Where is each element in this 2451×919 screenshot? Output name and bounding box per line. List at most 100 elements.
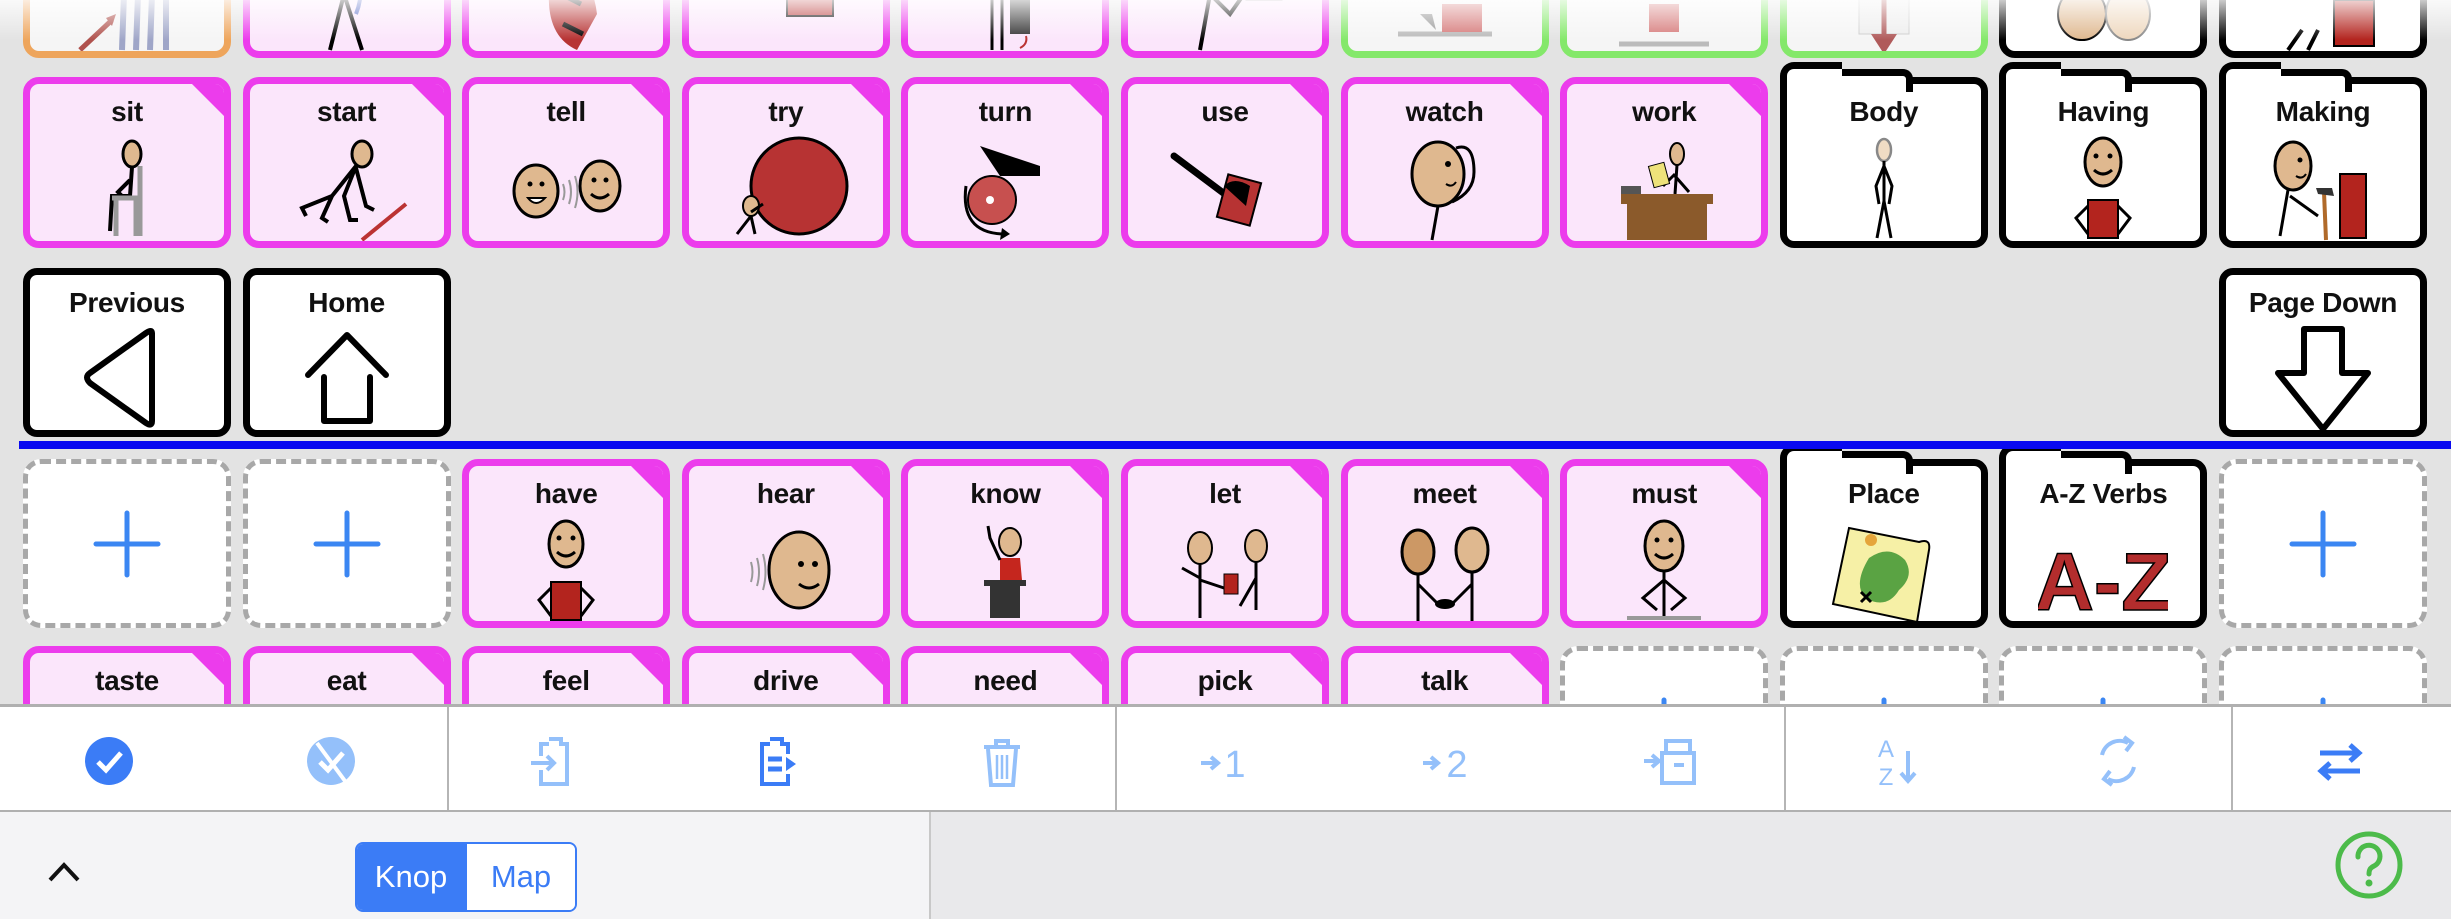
previous-arrow-icon <box>62 325 192 430</box>
move-to-1-button[interactable]: 1 <box>1193 729 1257 793</box>
add-tile-button[interactable] <box>1999 646 2208 704</box>
delete-button[interactable] <box>970 729 1034 793</box>
tile-label: turn <box>978 96 1033 127</box>
tile[interactable] <box>1779 0 1988 58</box>
tile-sit[interactable]: sit <box>23 77 231 248</box>
sort-az-icon: AZ <box>1866 731 1926 791</box>
add-tile-button[interactable] <box>1779 646 1988 704</box>
tile-talk[interactable]: talk <box>1340 646 1549 704</box>
tile-let[interactable]: let <box>1121 459 1329 628</box>
put-box-icon <box>1380 0 1510 51</box>
move-to-archive-button[interactable] <box>1638 729 1702 793</box>
move-to-2-button[interactable]: 2 <box>1415 729 1479 793</box>
use-icon <box>1160 136 1290 241</box>
having-icon <box>2038 136 2168 242</box>
tile-hear[interactable]: hear <box>681 459 890 628</box>
chevron-up-icon[interactable] <box>44 856 84 886</box>
tile-label: let <box>1209 478 1241 509</box>
home-button[interactable]: Home <box>242 268 451 437</box>
tile-turn[interactable]: turn <box>901 77 1110 248</box>
tile-must[interactable]: must <box>1560 459 1769 628</box>
box-down-arrow-icon <box>1819 0 1949 51</box>
select-all-button[interactable] <box>77 729 141 793</box>
person-door-icon <box>940 0 1070 51</box>
tile-drive[interactable]: drive <box>681 646 890 704</box>
people-move-icon <box>62 0 192 51</box>
tile-label: sit <box>111 96 143 127</box>
tile-pick[interactable]: pick <box>1121 646 1329 704</box>
deselect-button[interactable] <box>299 729 363 793</box>
box-on-shelf-icon <box>1599 0 1729 51</box>
help-icon[interactable] <box>2334 830 2404 900</box>
tile-use[interactable]: use <box>1121 77 1329 248</box>
import-button[interactable] <box>523 729 587 793</box>
tile-meet[interactable]: meet <box>1340 459 1549 628</box>
person-ball-icon <box>501 0 631 51</box>
tile-taste[interactable]: taste <box>23 646 231 704</box>
sit-icon <box>62 136 192 241</box>
tile-label: must <box>1631 478 1698 509</box>
tile-try[interactable]: try <box>681 77 890 248</box>
sort-button[interactable]: AZ <box>1864 729 1928 793</box>
tile-place[interactable]: Place <box>1779 444 1988 628</box>
tile-a-z-verbs[interactable]: A-Z Verbs A-Z <box>1999 444 2208 629</box>
tile-label: meet <box>1412 478 1477 509</box>
segment-map[interactable]: Map <box>465 844 575 910</box>
tile[interactable] <box>901 0 1110 58</box>
let-icon <box>1160 518 1290 621</box>
tile-label: know <box>970 478 1041 509</box>
tile[interactable] <box>681 0 890 58</box>
plus-icon <box>312 509 382 579</box>
tile-label: taste <box>95 665 159 696</box>
mode-segmented-control: Knop Map <box>355 842 577 912</box>
svg-text:A: A <box>1878 736 1894 763</box>
page-down-button[interactable]: Page Down <box>2219 268 2427 437</box>
bottom-left-panel: Knop Map <box>0 812 931 919</box>
tile-label: A-Z Verbs <box>2039 478 2168 509</box>
tile-work[interactable]: work <box>1560 77 1769 248</box>
tile[interactable] <box>242 0 451 58</box>
add-tile-button[interactable] <box>23 459 231 628</box>
tile[interactable] <box>23 0 231 58</box>
tile-have[interactable]: have <box>462 459 671 628</box>
swap-button[interactable] <box>2308 729 2372 793</box>
plus-icon <box>92 509 162 579</box>
tile-need[interactable]: need <box>901 646 1110 704</box>
tile-label: feel <box>542 665 590 696</box>
add-tile-button[interactable] <box>1560 646 1769 704</box>
tile[interactable] <box>1340 0 1549 58</box>
add-tile-button[interactable] <box>242 459 451 628</box>
paste-button[interactable] <box>746 729 810 793</box>
previous-button[interactable]: Previous <box>23 268 231 437</box>
tile-feel[interactable]: feel <box>462 646 671 704</box>
segment-knop[interactable]: Knop <box>357 844 465 910</box>
tile[interactable] <box>1121 0 1329 58</box>
tile-tell[interactable]: tell <box>462 77 671 248</box>
tile-start[interactable]: start <box>242 77 451 248</box>
add-tile-button[interactable] <box>2219 646 2427 704</box>
work-icon <box>1599 136 1729 241</box>
tile-eat[interactable]: eat <box>242 646 451 704</box>
tile-know[interactable]: know <box>901 459 1110 628</box>
tile-watch[interactable]: watch <box>1340 77 1549 248</box>
clipboard-paste-icon <box>748 731 808 791</box>
tile-label: Previous <box>69 287 185 318</box>
tile-label: Body <box>1849 96 1919 127</box>
tile[interactable] <box>2219 0 2427 58</box>
home-icon <box>282 325 412 430</box>
tile[interactable] <box>1560 0 1769 58</box>
plus-icon <box>1849 696 1919 704</box>
tile-making[interactable]: Making <box>2219 62 2427 248</box>
have-icon <box>501 518 631 621</box>
tile-label: try <box>768 96 804 127</box>
tile[interactable] <box>462 0 671 58</box>
tile-body[interactable]: Body <box>1779 62 1988 248</box>
tile-label: hear <box>756 478 815 509</box>
plus-icon <box>2288 509 2358 579</box>
refresh-button[interactable] <box>2086 729 2150 793</box>
tile-having[interactable]: Having <box>1999 62 2208 248</box>
know-icon <box>940 518 1070 621</box>
toolbar-separator <box>1784 707 1786 810</box>
tile[interactable] <box>1999 0 2208 58</box>
add-tile-button[interactable] <box>2219 459 2427 628</box>
